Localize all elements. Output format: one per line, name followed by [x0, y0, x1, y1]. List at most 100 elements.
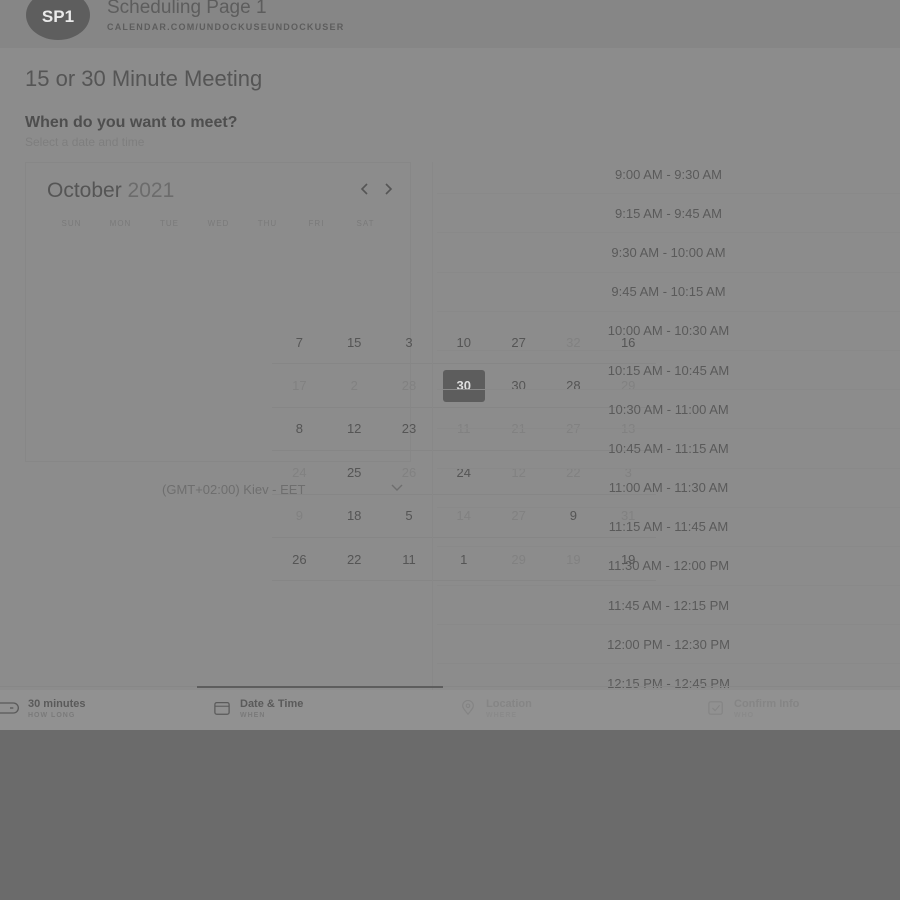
calendar-day-number: 7 [295, 334, 304, 350]
calendar-day[interactable]: 17 [272, 364, 327, 408]
calendar-day-number: 26 [292, 551, 307, 567]
step-confirm-info[interactable]: Confirm Info WHO [706, 698, 799, 719]
calendar-day[interactable]: 22 [326, 538, 382, 582]
weekday-label: SAT [356, 219, 375, 228]
calendar-day-number: 26 [401, 464, 417, 480]
weekday-label: WED [207, 219, 230, 228]
time-slot-label: 10:00 AM - 10:30 AM [607, 323, 730, 339]
calendar-day[interactable]: 3 [381, 321, 437, 365]
prev-month-button[interactable] [357, 182, 373, 199]
calendar-day-number: 28 [401, 378, 417, 394]
calendar-day-number: 11 [402, 551, 416, 567]
calendar-day[interactable]: 9 [272, 495, 327, 538]
calendar-day-number: 23 [401, 421, 417, 437]
chevron-down-icon [390, 481, 404, 496]
time-slot-button[interactable]: 10:45 AM - 11:15 AM [437, 429, 900, 469]
step-date-time[interactable]: Date & Time WHEN [212, 698, 303, 719]
time-slot-button[interactable]: 11:00 AM - 11:30 AM [437, 469, 900, 508]
calendar-day[interactable]: 26 [272, 538, 327, 582]
calendar-day[interactable]: 15 [326, 321, 382, 365]
chevron-right-icon [385, 183, 393, 195]
calendar-day-number: 22 [346, 551, 362, 567]
next-month-button[interactable] [380, 182, 396, 199]
weekday-label: FRI [308, 219, 325, 228]
clock-icon [0, 702, 19, 714]
weekday-label: MON [109, 219, 132, 228]
time-slot-button[interactable]: 9:15 AM - 9:45 AM [437, 194, 900, 234]
step-label: 30 minutes [28, 698, 86, 710]
calendar-day[interactable]: 5 [381, 495, 437, 538]
time-slot-button[interactable]: 9:30 AM - 10:00 AM [437, 233, 900, 273]
location-pin-icon [462, 700, 474, 716]
time-slot-button[interactable]: 10:00 AM - 10:30 AM [437, 312, 900, 351]
time-slot-button[interactable]: 12:00 PM - 12:30 PM [437, 625, 900, 665]
month-name: October [47, 179, 122, 202]
time-slot-button[interactable]: 11:30 AM - 12:00 PM [437, 547, 900, 587]
scheduling-page: SP1 Scheduling Page 1 CALENDAR.COM/UNDOC… [0, 0, 900, 730]
calendar-day[interactable]: 28 [381, 364, 437, 408]
step-label: Confirm Info [734, 698, 800, 710]
weekday-label: SUN [61, 219, 82, 228]
page-url[interactable]: CALENDAR.COM/UNDOCKUSEUNDOCKUSER [107, 22, 344, 32]
step-sublabel: WHEN [240, 712, 266, 719]
calendar-day-number: 18 [346, 508, 362, 524]
page-header: SP1 Scheduling Page 1 CALENDAR.COM/UNDOC… [0, 0, 900, 48]
calendar-day[interactable]: 23 [381, 408, 437, 452]
calendar-day[interactable]: 7 [272, 321, 327, 365]
meeting-title: 15 or 30 Minute Meeting [25, 66, 263, 91]
section-heading: When do you want to meet? [25, 114, 238, 131]
calendar-day-number: 2 [350, 378, 358, 394]
time-slot-label: 11:30 AM - 12:00 PM [607, 558, 730, 574]
checklist-icon [708, 701, 723, 715]
time-slot-label: 9:30 AM - 10:00 AM [611, 244, 726, 260]
page-title: Scheduling Page 1 [107, 0, 267, 18]
time-slot-label: 11:45 AM - 12:15 PM [607, 597, 730, 613]
calendar-month-label: October 2021 [47, 179, 174, 203]
calendar-day-number: 24 [292, 464, 307, 480]
calendar-day-number: 15 [346, 334, 362, 350]
time-slot-label: 9:00 AM - 9:30 AM [615, 166, 722, 182]
progress-track [0, 686, 900, 687]
time-slot-button[interactable]: 9:45 AM - 10:15 AM [437, 273, 900, 312]
weekday-label: THU [257, 219, 278, 228]
time-slot-label: 9:45 AM - 10:15 AM [611, 284, 726, 300]
calendar-day-number: 8 [295, 421, 304, 437]
time-slot-label: 12:00 PM - 12:30 PM [607, 636, 730, 652]
step-sublabel: WHERE [486, 712, 518, 719]
calendar-day-number: 25 [346, 464, 362, 480]
calendar-day-number: 12 [346, 421, 362, 437]
weekday-header: SUN MON TUE WED THU FRI SAT [47, 219, 392, 228]
time-slot-button[interactable]: 9:00 AM - 9:30 AM [437, 155, 900, 195]
step-sublabel: WHO [734, 712, 755, 719]
calendar-day[interactable]: 2 [326, 364, 382, 408]
time-slot-label: 11:00 AM - 11:30 AM [608, 480, 729, 496]
step-label: Location [486, 698, 532, 710]
calendar-icon [214, 702, 230, 715]
time-slot-label: 12:15 PM - 12:45 PM [607, 676, 730, 692]
calendar-day-number: 17 [292, 378, 307, 394]
avatar: SP1 [26, 0, 90, 40]
calendar-day[interactable]: 11 [381, 538, 437, 582]
weekday-label: TUE [160, 219, 179, 228]
calendar-day[interactable]: 12 [326, 408, 382, 452]
chevron-left-icon [360, 183, 368, 195]
step-location[interactable]: Location WHERE [458, 698, 532, 719]
year-name: 2021 [127, 179, 175, 202]
calendar-day[interactable]: 8 [272, 408, 327, 452]
time-slot-button[interactable]: 11:45 AM - 12:15 PM [437, 586, 900, 626]
step-label: Date & Time [240, 698, 304, 710]
section-hint: Select a date and time [25, 135, 145, 149]
time-slot-button[interactable]: 10:30 AM - 11:00 AM [437, 390, 900, 430]
step-navigation: 30 minutes HOW LONG Date & Time WHEN Loc… [0, 690, 900, 730]
time-slot-list: 9:00 AM - 9:30 AM 9:15 AM - 9:45 AM 9:30 A… [437, 155, 900, 704]
timezone-select[interactable]: (GMT+02:00) Kiev - EET [162, 482, 408, 497]
time-slot-label: 9:15 AM - 9:45 AM [615, 205, 722, 221]
time-slot-label: 10:45 AM - 11:15 AM [608, 440, 729, 456]
time-slot-label: 10:30 AM - 11:00 AM [608, 401, 729, 417]
calendar-day[interactable]: 18 [326, 495, 382, 538]
time-slot-button[interactable]: 10:15 AM - 10:45 AM [437, 351, 900, 391]
calendar-day-number: 9 [295, 508, 304, 524]
calendar-day-number: 5 [405, 508, 413, 524]
time-slot-button[interactable]: 11:15 AM - 11:45 AM [437, 508, 900, 547]
step-duration[interactable]: 30 minutes HOW LONG [0, 698, 85, 719]
